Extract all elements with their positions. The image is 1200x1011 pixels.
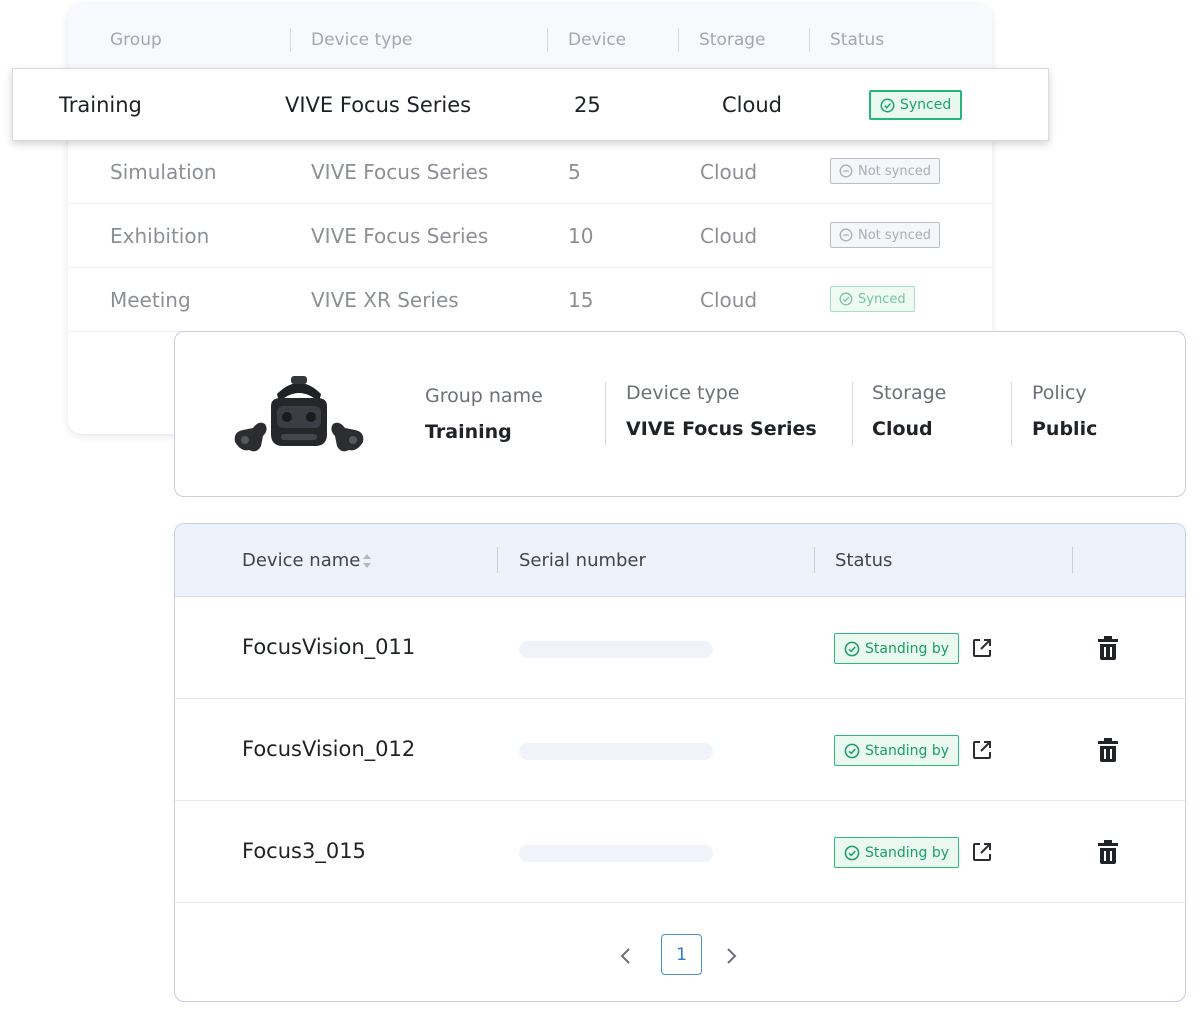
check-circle-icon xyxy=(844,743,860,758)
device-name: Focus3_015 xyxy=(242,839,366,863)
check-circle-icon xyxy=(844,641,860,656)
info-divider xyxy=(1011,382,1012,446)
info-label: Policy xyxy=(1032,382,1087,404)
info-storage: Storage Cloud xyxy=(872,382,946,440)
storage: Cloud xyxy=(722,93,782,117)
info-label: Storage xyxy=(872,382,947,404)
device-name: FocusVision_012 xyxy=(242,737,416,761)
check-circle-icon xyxy=(839,292,853,306)
column-divider xyxy=(547,28,548,52)
group-name: Training xyxy=(59,93,142,117)
device-name: FocusVision_011 xyxy=(242,635,416,659)
device-type: VIVE XR Series xyxy=(311,288,459,312)
chevron-right-icon[interactable] xyxy=(724,946,738,966)
info-group-name: Group name Training xyxy=(425,385,543,443)
page-button-current[interactable]: 1 xyxy=(661,934,702,975)
column-divider xyxy=(809,28,810,52)
device-row[interactable]: FocusVision_012 Standing by xyxy=(175,699,1185,801)
status-badge-synced: Synced xyxy=(869,90,963,120)
external-link-icon[interactable] xyxy=(971,637,993,659)
groups-row-training-highlighted[interactable]: Training VIVE Focus Series 25 Cloud Sync… xyxy=(12,68,1049,141)
status-badge-not-synced: Not synced xyxy=(830,222,941,248)
serial-number-placeholder xyxy=(519,641,713,658)
status-text: Standing by xyxy=(865,844,949,861)
groups-row-simulation[interactable]: Simulation VIVE Focus Series 5 Cloud Not… xyxy=(68,140,992,204)
info-value: Cloud xyxy=(872,418,933,440)
trash-icon[interactable] xyxy=(1097,737,1119,763)
device-row[interactable]: Focus3_015 Standing by xyxy=(175,801,1185,903)
sort-icon[interactable] xyxy=(362,552,372,570)
check-circle-icon xyxy=(844,845,860,860)
external-link-icon[interactable] xyxy=(971,841,993,863)
info-device-type: Device type VIVE Focus Series xyxy=(626,382,817,440)
info-value: Public xyxy=(1032,418,1098,440)
serial-number-placeholder xyxy=(519,845,713,862)
column-divider xyxy=(290,28,291,52)
storage: Cloud xyxy=(700,224,758,248)
groups-table-header: Group Device type Device Storage Status xyxy=(68,4,992,72)
column-divider xyxy=(678,28,679,52)
pagination: 1 xyxy=(175,934,1185,978)
status-badge-standing-by: Standing by xyxy=(834,633,959,664)
devices-table: Device name Serial number Status FocusVi… xyxy=(174,523,1186,1002)
column-header-serial-number[interactable]: Serial number xyxy=(519,550,646,571)
column-header-group[interactable]: Group xyxy=(110,30,162,50)
info-label: Group name xyxy=(425,385,543,407)
group-info-card: Group name Training Device type VIVE Foc… xyxy=(174,331,1186,497)
status-text: Not synced xyxy=(858,227,932,243)
device-type: VIVE Focus Series xyxy=(285,93,472,117)
column-header-device[interactable]: Device xyxy=(568,30,626,50)
status-text: Standing by xyxy=(865,640,949,657)
devices-table-header: Device name Serial number Status xyxy=(175,524,1185,597)
device-count: 5 xyxy=(568,160,581,184)
column-divider xyxy=(814,547,815,573)
minus-circle-icon xyxy=(839,228,853,242)
chevron-left-icon[interactable] xyxy=(619,946,633,966)
status-badge-synced: Synced xyxy=(830,286,915,312)
storage: Cloud xyxy=(700,288,758,312)
info-policy: Policy Public xyxy=(1032,382,1097,440)
groups-row-meeting[interactable]: Meeting VIVE XR Series 15 Cloud Synced xyxy=(68,268,992,332)
status-badge-standing-by: Standing by xyxy=(834,735,959,766)
storage: Cloud xyxy=(700,160,758,184)
column-header-device-name[interactable]: Device name xyxy=(242,550,360,571)
minus-circle-icon xyxy=(839,164,853,178)
column-divider xyxy=(1072,547,1073,573)
serial-number-placeholder xyxy=(519,743,713,760)
groups-row-exhibition[interactable]: Exhibition VIVE Focus Series 10 Cloud No… xyxy=(68,204,992,268)
device-count: 10 xyxy=(568,224,594,248)
status-text: Synced xyxy=(900,97,952,113)
group-name: Exhibition xyxy=(110,224,210,248)
external-link-icon[interactable] xyxy=(971,739,993,761)
info-label: Device type xyxy=(626,382,740,404)
group-name: Simulation xyxy=(110,160,217,184)
vr-headset-image xyxy=(234,376,364,452)
status-badge-standing-by: Standing by xyxy=(834,837,959,868)
device-type: VIVE Focus Series xyxy=(311,160,489,184)
column-header-storage[interactable]: Storage xyxy=(699,30,766,50)
info-divider xyxy=(605,382,606,446)
status-badge-not-synced: Not synced xyxy=(830,158,941,184)
trash-icon[interactable] xyxy=(1097,635,1119,661)
device-row[interactable]: FocusVision_011 Standing by xyxy=(175,597,1185,699)
column-divider xyxy=(497,547,498,573)
column-header-device-type[interactable]: Device type xyxy=(311,30,413,50)
info-value: Training xyxy=(425,421,512,443)
device-count: 25 xyxy=(574,93,601,117)
status-text: Standing by xyxy=(865,742,949,759)
trash-icon[interactable] xyxy=(1097,839,1119,865)
check-circle-icon xyxy=(880,98,895,112)
info-value: VIVE Focus Series xyxy=(626,418,817,440)
column-header-status[interactable]: Status xyxy=(830,30,884,50)
group-name: Meeting xyxy=(110,288,191,312)
device-count: 15 xyxy=(568,288,594,312)
column-header-status[interactable]: Status xyxy=(835,550,892,571)
status-text: Not synced xyxy=(858,163,932,179)
device-type: VIVE Focus Series xyxy=(311,224,489,248)
status-text: Synced xyxy=(858,291,906,307)
info-divider xyxy=(852,382,853,446)
